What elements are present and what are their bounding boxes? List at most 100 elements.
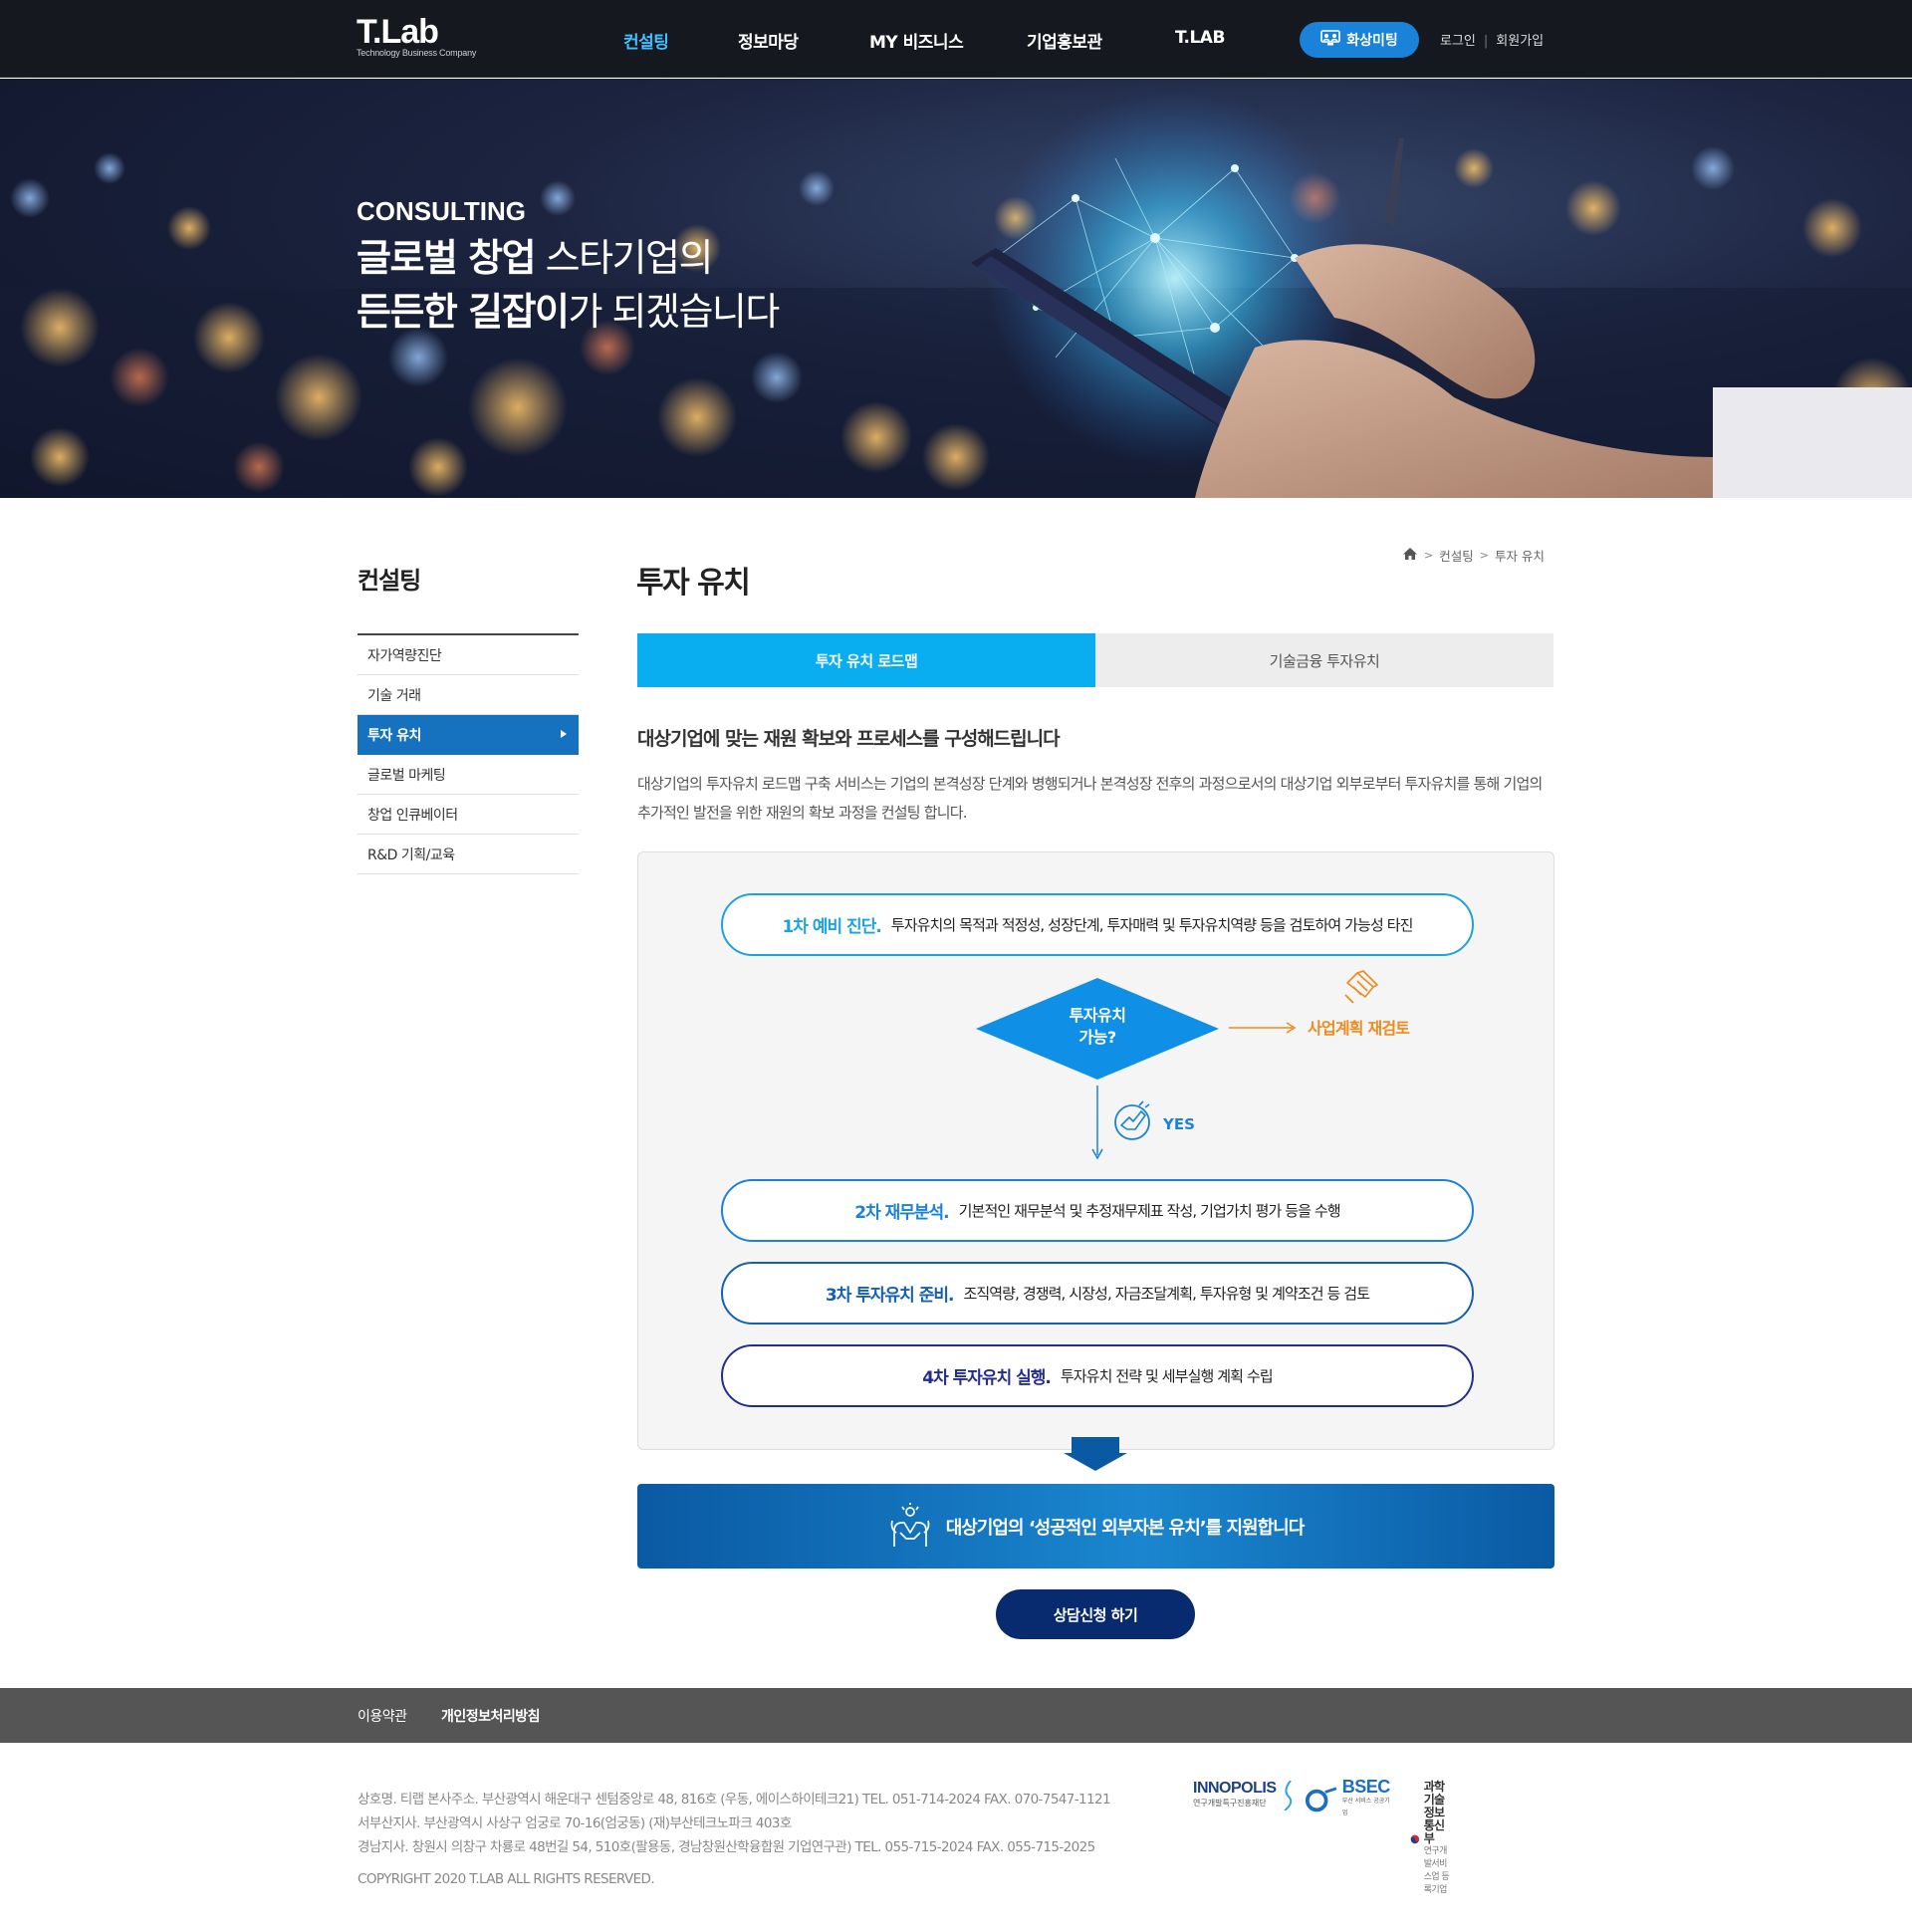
footer-info: 상호명. 티랩 본사주소. 부산광역시 해운대구 센텀중앙로 48, 816호 … [358,1788,1111,1891]
bsec-mark-icon [1305,1786,1337,1811]
teamwork-icon [890,1502,930,1547]
sidebar-item-label: R&D 기획/교육 [367,846,455,863]
hero-headline-2-bold-b: 길잡이 [468,290,570,334]
step-label: 3차 투자유치 준비. [825,1286,955,1306]
signup-link[interactable]: 회원가입 [1496,34,1544,49]
step-label: 4차 투자유치 실행. [922,1368,1052,1388]
nav-tlab[interactable]: T.LAB [1175,28,1225,48]
sidebar-item-self-diagnosis[interactable]: 자가역량진단 [358,635,579,675]
video-meeting-icon [1320,29,1341,51]
step-4-execution: 4차 투자유치 실행. 투자유치 전략 및 세부실행 계획 수립 [721,1344,1474,1407]
content-tabs: 투자 유치 로드맵 기술금융 투자유치 [637,633,1554,687]
handshake-icon [1344,970,1378,1004]
no-branch-label: 사업계획 재검토 [1308,1019,1410,1038]
hero-text: CONSULTING 글로벌 창업 스타기업의 든든한 길잡이가 되겠습니다 [357,196,781,339]
result-banner: 대상기업의 ‘성공적인 외부자본 유치’를 지원합니다 [637,1484,1554,1569]
terms-link[interactable]: 이용약관 [358,1706,407,1726]
breadcrumb-item[interactable]: 투자 유치 [1495,546,1545,565]
video-meeting-label: 화상미팅 [1346,33,1398,49]
hero-headline-1: 글로벌 창업 스타기업의 [357,231,779,285]
decision-label: 투자유치 가능? [976,1005,1219,1049]
step-description: 투자유치 전략 및 세부실행 계획 수립 [1060,1367,1274,1385]
step-description: 기본적인 재무분석 및 추정재무제표 작성, 기업가치 평가 등을 수행 [958,1202,1341,1220]
tab-investment-roadmap[interactable]: 투자 유치 로드맵 [637,633,1095,687]
yes-branch-label: YES [1163,1115,1195,1133]
decision-diamond: 투자유치 가능? [976,978,1219,1080]
step-1-preliminary: 1차 예비 진단. 투자유치의 목적과 적정성, 성장단계, 투자매력 및 투자… [721,893,1474,956]
sidebar-title: 컨설팅 [358,567,421,595]
taegeuk-icon [1410,1834,1420,1843]
sidebar-item-incubator[interactable]: 창업 인큐베이터 [358,795,579,835]
process-flowchart: 1차 예비 진단. 투자유치의 목적과 적정성, 성장단계, 투자매력 및 투자… [637,851,1554,1450]
sidebar-item-global-marketing[interactable]: 글로벌 마케팅 [358,755,579,795]
step-2-financial-analysis: 2차 재무분석. 기본적인 재무분석 및 추정재무제표 작성, 기업가치 평가 … [721,1179,1474,1242]
step-3-preparation: 3차 투자유치 준비. 조직역량, 경쟁력, 시장성, 자금조달계획, 투자유형… [721,1262,1474,1325]
consultation-request-button[interactable]: 상담신청 하기 [996,1589,1195,1639]
hero-background-image [0,89,1912,498]
hero-banner: CONSULTING 글로벌 창업 스타기업의 든든한 길잡이가 되겠습니다 [0,79,1912,498]
step-label: 2차 재무분석. [854,1203,949,1223]
sidebar-item-label: 창업 인큐베이터 [367,807,458,824]
decision-line-1: 투자유치 [1069,1006,1126,1025]
nav-my-business[interactable]: MY 비즈니스 [869,28,964,53]
sidebar-item-investment[interactable]: 투자 유치 [358,715,579,755]
arrow-right-icon [1229,1022,1297,1034]
partner-name: 과학기술정보통신부 [1423,1780,1445,1845]
home-icon[interactable] [1402,547,1418,564]
video-meeting-button[interactable]: 화상미팅 [1300,22,1419,58]
sidebar-item-label: 투자 유치 [367,727,421,744]
hero-headline-2-rest: 가 되겠습니다 [568,290,781,334]
partner-innopolis-logo: INNOPOLIS 연구개발특구진흥재단 [1193,1779,1295,1811]
util-divider: | [1483,34,1489,49]
breadcrumb: > 컨설팅 > 투자 유치 [1402,546,1545,565]
caret-right-icon [561,730,567,738]
partner-name: INNOPOLIS [1193,1779,1277,1797]
sidebar-item-label: 자가역량진단 [367,647,442,664]
partner-msit-logo: 과학기술정보통신부 연구개발서비스업 등록기업 [1410,1781,1454,1897]
footer-links-bar: 이용약관 개인정보처리방침 [0,1688,1912,1743]
logo-tagline: Technology Business Company [357,48,477,58]
sidebar-item-label: 글로벌 마케팅 [367,767,446,784]
hero-headline-2: 든든한 길잡이가 되겠습니다 [357,285,781,339]
sidebar-item-tech-trade[interactable]: 기술 거래 [358,675,579,715]
result-text: 대상기업의 ‘성공적인 외부자본 유치’를 지원합니다 [945,1517,1305,1539]
footer-address-hq: 상호명. 티랩 본사주소. 부산광역시 해운대구 센텀중앙로 48, 816호 … [358,1792,1111,1808]
section-description: 대상기업의 투자유치 로드맵 구축 서비스는 기업의 본격성장 단계와 병행되거… [637,775,1543,822]
partner-sub: 부산 서비스 공공기업 [1341,1798,1390,1816]
sidebar-item-rnd[interactable]: R&D 기획/교육 [358,835,579,874]
arrow-down-icon [1091,1086,1103,1160]
partner-bsec-logo: BSEC 부산 서비스 공공기업 [1305,1777,1392,1819]
sidebar-menu: 자가역량진단 기술 거래 투자 유치 글로벌 마케팅 창업 인큐베이터 R&D … [358,633,579,874]
header: T.Lab Technology Business Company 컨설팅 정보… [0,0,1912,78]
partner-name: BSEC [1341,1777,1391,1797]
section-heading: 대상기업에 맞는 재원 확보와 프로세스를 구성해드립니다 [637,728,1061,750]
breadcrumb-separator: > [1424,549,1434,562]
hero-headline-1-bold: 글로벌 창업 [357,236,537,280]
partner-sub: 연구개발서비스업 등록기업 [1423,1846,1450,1895]
copyright: COPYRIGHT 2020 T.LAB ALL RIGHTS RESERVED… [358,1871,655,1887]
result-arrow-icon [1064,1437,1127,1471]
tab-tech-finance[interactable]: 기술금융 투자유치 [1095,633,1554,687]
nav-consulting[interactable]: 컨설팅 [623,28,669,53]
nav-company-promo[interactable]: 기업홍보관 [1027,28,1102,53]
logo[interactable]: T.Lab Technology Business Company [357,14,476,58]
partner-sub: 연구개발특구진흥재단 [1193,1798,1267,1808]
innopolis-mark-icon [1283,1781,1292,1811]
hero-headline-1-rest: 스타기업의 [535,236,714,280]
step-description: 투자유치의 목적과 적정성, 성장단계, 투자매력 및 투자유치역량 등을 검토… [890,916,1414,934]
util-menu: 로그인 | 회원가입 [1440,30,1544,49]
footer-address-gyeongnam: 경남지사. 창원시 의창구 차룡로 48번길 54, 510호(팔용동, 경남창… [358,1839,1095,1855]
hero-eyebrow: CONSULTING [357,196,526,226]
sidebar-item-label: 기술 거래 [367,687,421,704]
step-label: 1차 예비 진단. [782,917,881,937]
privacy-policy-link[interactable]: 개인정보처리방침 [441,1706,541,1726]
footer-address-west: 서부산지사. 부산광역시 사상구 엄궁로 70-16(엄궁동) (재)부산테크노… [358,1815,792,1831]
nav-info[interactable]: 정보마당 [738,28,799,53]
hero-headline-2-bold-a: 든든한 [357,290,469,334]
breadcrumb-separator: > [1479,549,1489,562]
page-title: 투자 유치 [636,566,751,601]
login-link[interactable]: 로그인 [1440,34,1476,49]
logo-text: T.Lab [357,13,439,51]
breadcrumb-item[interactable]: 컨설팅 [1439,546,1474,565]
approval-hand-icon [1114,1100,1150,1140]
